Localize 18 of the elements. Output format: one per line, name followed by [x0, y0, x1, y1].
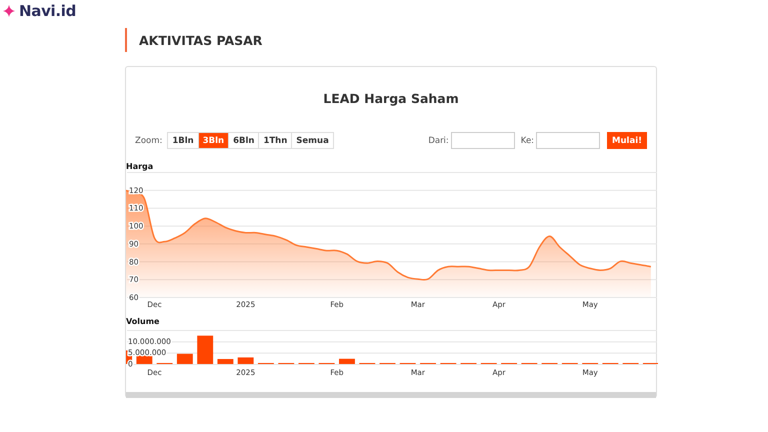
sparkle-logo-icon: [3, 5, 15, 17]
volume-bar: [339, 358, 355, 364]
volume-bar: [238, 357, 254, 364]
section-title: AKTIVITAS PASAR: [125, 28, 657, 52]
volume-bar: [217, 359, 234, 364]
volume-bar: [197, 336, 214, 364]
volume-bar: [176, 354, 193, 364]
from-date-field[interactable]: [450, 132, 515, 149]
navigator-bar[interactable]: [126, 392, 656, 398]
volume-axis-label: Volume: [126, 317, 160, 327]
volume-bar: [136, 356, 152, 364]
to-label: Ke:: [520, 136, 534, 146]
zoom-label: Zoom:: [135, 136, 162, 146]
brand-name: Navi.id: [19, 2, 76, 20]
price-axis-label: Harga: [126, 162, 154, 172]
chart-title: LEAD Harga Saham: [322, 91, 460, 107]
from-label: Dari:: [428, 136, 449, 146]
to-date-field[interactable]: [536, 132, 600, 149]
